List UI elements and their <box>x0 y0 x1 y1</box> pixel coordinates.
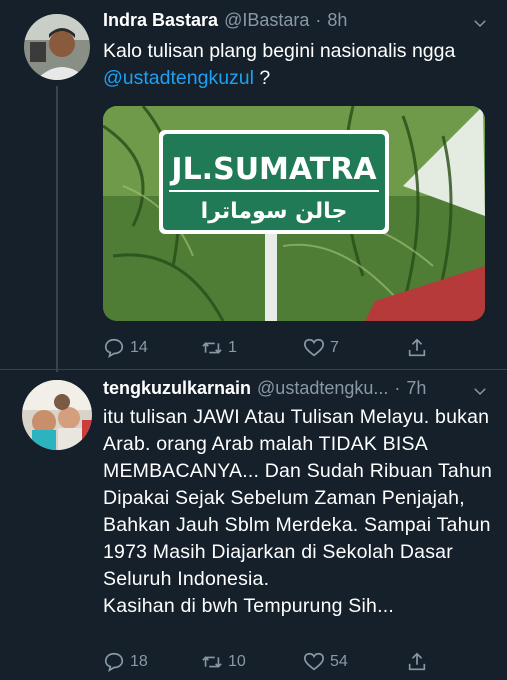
like-icon <box>304 652 324 671</box>
display-name[interactable]: tengkuzulkarnain <box>103 378 251 399</box>
tweet-actions: 18 10 54 <box>103 650 433 674</box>
like-count: 7 <box>330 339 339 356</box>
reply-count: 18 <box>130 653 148 670</box>
like-button[interactable]: 54 <box>303 650 348 674</box>
display-name[interactable]: Indra Bastara <box>103 10 218 31</box>
tweet-header: tengkuzulkarnain @ustadtengku... · 7h <box>103 378 426 399</box>
tweet-text-part: Kalo tulisan plang begini nasionalis ngg… <box>103 40 456 62</box>
sign-line2: جالن سوماترا <box>201 199 348 224</box>
reply-button[interactable]: 14 <box>103 336 148 360</box>
tweet-text-part: ? <box>253 67 271 89</box>
tweet-text-paragraph: itu tulisan JAWI Atau Tulisan Melayu. bu… <box>103 406 493 590</box>
avatar[interactable] <box>22 380 92 450</box>
tweet-tengkuzulkarnain[interactable]: tengkuzulkarnain @ustadtengku... · 7h it… <box>0 370 507 680</box>
user-handle[interactable]: @ustadtengku... <box>257 378 388 399</box>
tweet-text: itu tulisan JAWI Atau Tulisan Melayu. bu… <box>103 404 493 620</box>
reply-icon <box>104 652 124 672</box>
share-button[interactable] <box>406 336 428 360</box>
retweet-button[interactable]: 10 <box>201 650 246 674</box>
share-button[interactable] <box>406 650 428 674</box>
chevron-down-icon[interactable] <box>471 382 489 400</box>
tweet-text-paragraph: Kasihan di bwh Tempurung Sih... <box>103 595 394 617</box>
retweet-button[interactable]: 1 <box>201 336 237 360</box>
like-button[interactable]: 7 <box>303 336 339 360</box>
tweet-header: Indra Bastara @IBastara · 8h <box>103 10 347 31</box>
tweet-image[interactable]: JL.SUMATRA جالن سوماترا <box>103 106 485 321</box>
timestamp[interactable]: 7h <box>406 378 426 399</box>
user-handle[interactable]: @IBastara <box>224 10 309 31</box>
retweet-count: 1 <box>228 339 237 356</box>
sign-line1: JL.SUMATRA <box>169 152 377 187</box>
reply-button[interactable]: 18 <box>103 650 148 674</box>
tweet-actions: 14 1 7 <box>103 336 433 360</box>
retweet-icon <box>202 656 222 668</box>
tweet-indra[interactable]: Indra Bastara @IBastara · 8h Kalo tulisa… <box>0 0 507 370</box>
retweet-icon <box>202 342 222 354</box>
timestamp[interactable]: 8h <box>327 10 347 31</box>
like-count: 54 <box>330 653 348 670</box>
tweet-text: Kalo tulisan plang begini nasionalis ngg… <box>103 38 493 92</box>
reply-icon <box>104 338 124 358</box>
mention-link[interactable]: @ustadtengkuzul <box>103 67 254 89</box>
separator-dot: · <box>394 378 401 398</box>
separator-dot: · <box>315 10 322 30</box>
like-icon <box>304 338 324 357</box>
reply-count: 14 <box>130 339 148 356</box>
chevron-down-icon[interactable] <box>471 14 489 32</box>
share-icon <box>408 338 426 357</box>
share-icon <box>408 652 426 671</box>
avatar[interactable] <box>24 14 90 80</box>
retweet-count: 10 <box>228 653 246 670</box>
